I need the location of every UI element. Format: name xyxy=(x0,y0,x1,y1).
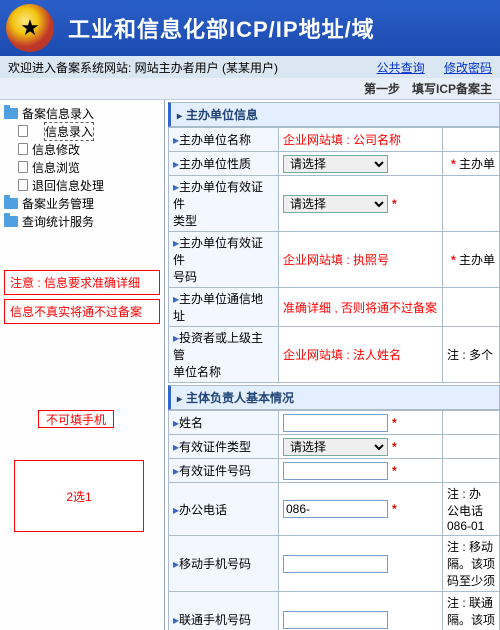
person-input-0[interactable] xyxy=(283,414,388,432)
org-label-1: ▸主办单位性质 xyxy=(169,152,279,176)
org-value-1: 请选择 xyxy=(279,152,443,176)
step-desc: 填写ICP备案主 xyxy=(412,80,492,97)
sidebar-item-6[interactable]: 查询统计服务 xyxy=(2,212,162,230)
required-star: * xyxy=(392,416,397,430)
sidebar-item-label: 信息修改 xyxy=(32,141,80,158)
main-form: 主办单位信息 ▸主办单位名称企业网站填 : 公司名称▸主办单位性质请选择* 主办… xyxy=(165,100,500,630)
required-star: * xyxy=(392,197,397,211)
required-star: * xyxy=(392,502,397,516)
org-redhint-0: 企业网站填 : 公司名称 xyxy=(283,133,401,147)
person-note-3: 注 : 办公电话086-01 xyxy=(442,483,499,536)
org-label-3: ▸主办单位有效证件号码 xyxy=(169,232,279,288)
breadcrumb: 欢迎进入备案系统网站: 网站主办者用户 (某某用户) 公共查询 修改密码 xyxy=(0,56,500,78)
sidebar-item-label: 信息录入 xyxy=(44,122,94,141)
org-note-5: 注 : 多个 xyxy=(442,327,499,383)
public-search-link[interactable]: 公共查询 xyxy=(377,61,425,75)
person-note-5: 注 : 联通隔。该项码至少须 xyxy=(442,592,499,630)
section-header-person: 主体负责人基本情况 xyxy=(168,385,500,410)
org-note-3: * 主办单 xyxy=(442,232,499,288)
sidebar-item-5[interactable]: 备案业务管理 xyxy=(2,194,162,212)
required-star: * xyxy=(392,440,397,454)
annotation-no-mobile: 不可填手机 xyxy=(38,410,114,428)
file-icon xyxy=(18,143,28,155)
org-label-4: ▸主办单位通信地址 xyxy=(169,288,279,327)
person-value-2: * xyxy=(279,459,443,483)
sidebar-item-label: 信息浏览 xyxy=(32,159,80,176)
person-label-0: ▸姓名 xyxy=(169,411,279,435)
file-icon xyxy=(18,161,28,173)
person-value-3: * xyxy=(279,483,443,536)
person-input-2[interactable] xyxy=(283,462,388,480)
sidebar-item-label: 查询统计服务 xyxy=(22,213,94,230)
person-label-1: ▸有效证件类型 xyxy=(169,435,279,459)
national-emblem-icon: ★ xyxy=(6,4,54,52)
person-value-4 xyxy=(279,536,443,592)
section-header-org: 主办单位信息 xyxy=(168,102,500,127)
org-note-1: * 主办单 xyxy=(442,152,499,176)
person-value-1: 请选择 * xyxy=(279,435,443,459)
file-icon xyxy=(18,125,28,137)
person-label-5: ▸联通手机号码 xyxy=(169,592,279,630)
org-label-5: ▸投资者或上级主管单位名称 xyxy=(169,327,279,383)
step-number: 第一步 xyxy=(364,80,400,97)
person-value-0: * xyxy=(279,411,443,435)
sidebar-item-3[interactable]: 信息浏览 xyxy=(2,158,162,176)
org-select-2[interactable]: 请选择 xyxy=(283,195,388,213)
welcome-text: 欢迎进入备案系统网站: 网站主办者用户 (某某用户) xyxy=(8,59,278,76)
org-value-5: 企业网站填 : 法人姓名 xyxy=(279,327,443,383)
person-input-5[interactable] xyxy=(283,611,388,629)
org-value-0: 企业网站填 : 公司名称 xyxy=(279,128,443,152)
sidebar-item-0[interactable]: 备案信息录入 xyxy=(2,104,162,122)
folder-icon xyxy=(4,108,18,119)
org-select-1[interactable]: 请选择 xyxy=(283,155,388,173)
person-input-3[interactable] xyxy=(283,500,388,518)
org-redhint-3: 企业网站填 : 执照号 xyxy=(283,253,389,267)
org-label-0: ▸主办单位名称 xyxy=(169,128,279,152)
sidebar-item-1[interactable]: 信息录入 xyxy=(2,122,162,140)
sidebar-item-label: 退回信息处理 xyxy=(32,177,104,194)
app-title: 工业和信息化部ICP/IP地址/域 xyxy=(68,12,375,44)
org-redhint-4: 准确详细 , 否则将通不过备案 xyxy=(283,301,437,315)
person-select-1[interactable]: 请选择 xyxy=(283,438,388,456)
person-label-2: ▸有效证件号码 xyxy=(169,459,279,483)
org-value-3: 企业网站填 : 执照号 xyxy=(279,232,443,288)
org-value-2: 请选择 * xyxy=(279,176,443,232)
folder-icon xyxy=(4,216,18,227)
step-bar: 第一步 填写ICP备案主 xyxy=(0,78,500,100)
person-input-4[interactable] xyxy=(283,555,388,573)
sidebar-warning-1: 注意 : 信息要求准确详细 xyxy=(4,270,160,295)
org-label-2: ▸主办单位有效证件类型 xyxy=(169,176,279,232)
sidebar: 备案信息录入信息录入信息修改信息浏览退回信息处理备案业务管理查询统计服务 注意 … xyxy=(0,100,165,630)
person-label-3: ▸办公电话 xyxy=(169,483,279,536)
person-label-4: ▸移动手机号码 xyxy=(169,536,279,592)
change-password-link[interactable]: 修改密码 xyxy=(444,61,492,75)
person-value-5 xyxy=(279,592,443,630)
sidebar-item-label: 备案业务管理 xyxy=(22,195,94,212)
sidebar-warning-2: 信息不真实将通不过备案 xyxy=(4,299,160,324)
person-note-4: 注 : 移动隔。该项码至少须 xyxy=(442,536,499,592)
required-star: * xyxy=(392,464,397,478)
org-value-4: 准确详细 , 否则将通不过备案 xyxy=(279,288,443,327)
annotation-2-of-1: 2选1 xyxy=(14,460,144,532)
app-header: ★ 工业和信息化部ICP/IP地址/域 xyxy=(0,0,500,56)
org-redhint-5: 企业网站填 : 法人姓名 xyxy=(283,348,401,362)
sidebar-item-label: 备案信息录入 xyxy=(22,105,94,122)
folder-icon xyxy=(4,198,18,209)
sidebar-item-4[interactable]: 退回信息处理 xyxy=(2,176,162,194)
file-icon xyxy=(18,179,28,191)
sidebar-item-2[interactable]: 信息修改 xyxy=(2,140,162,158)
